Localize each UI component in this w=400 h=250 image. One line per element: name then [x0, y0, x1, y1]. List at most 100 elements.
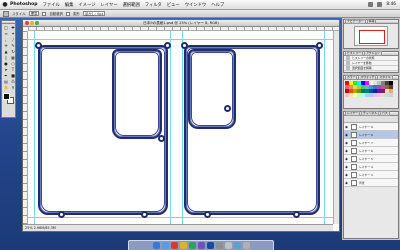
finder-icon[interactable]: [152, 242, 160, 249]
feather-field[interactable]: ぼかし: 0px: [82, 11, 106, 16]
auto-select-checkbox[interactable]: [42, 11, 47, 16]
zoom-window-icon[interactable]: [35, 21, 39, 25]
stamp-tool-icon[interactable]: ▲: [3, 49, 9, 54]
vertical-scrollbar[interactable]: [333, 31, 339, 224]
guide-line[interactable]: [28, 217, 333, 218]
marquee-tool-icon[interactable]: □: [3, 25, 9, 30]
shape-tool-icon[interactable]: ■: [10, 73, 16, 78]
guide-line[interactable]: [28, 39, 333, 40]
zoom-tool-icon[interactable]: ⚲: [10, 85, 16, 90]
menu-edit[interactable]: 編集: [65, 2, 74, 8]
gradient-tool-icon[interactable]: ▦: [10, 55, 16, 60]
eye-icon[interactable]: ◉: [345, 141, 349, 145]
navigator-thumbnail[interactable]: [354, 26, 388, 46]
layer-row[interactable]: ◉ レイヤー 9: [344, 123, 398, 131]
tab-color[interactable]: カラー: [345, 75, 358, 80]
document-window: 日本9の表紙1.psd @ 25% (レイヤー 8, RGB) 25% 2.96…: [22, 19, 340, 232]
app-icon[interactable]: [224, 242, 232, 249]
swatch-grid[interactable]: [344, 80, 398, 98]
menu-view[interactable]: ビュー: [167, 2, 180, 8]
eye-icon[interactable]: ◉: [345, 165, 349, 169]
menu-image[interactable]: イメージ: [78, 2, 95, 8]
crop-tool-icon[interactable]: ⌞: [3, 37, 9, 42]
menu-file[interactable]: ファイル: [43, 2, 60, 8]
layer-row[interactable]: ◉ レイヤー 6: [344, 147, 398, 155]
swatch[interactable]: [389, 93, 393, 97]
path-select-tool-icon[interactable]: ➤: [3, 67, 9, 72]
layers-options-row[interactable]: [344, 116, 398, 123]
app-icon[interactable]: [197, 242, 205, 249]
app-icon[interactable]: [161, 242, 169, 249]
inner-small-frame[interactable]: [188, 49, 236, 129]
lasso-tool-icon[interactable]: ∞: [3, 31, 9, 36]
close-window-icon[interactable]: [25, 21, 29, 25]
eye-icon[interactable]: ◉: [345, 181, 349, 185]
hand-tool-icon[interactable]: ✋: [3, 85, 9, 90]
dodge-tool-icon[interactable]: ○: [10, 61, 16, 66]
app-icon[interactable]: [179, 242, 187, 249]
canvas[interactable]: [28, 31, 333, 224]
display-icon[interactable]: [377, 2, 383, 7]
guide-line[interactable]: [170, 31, 171, 224]
history-item[interactable]: 選択範囲を解除: [344, 66, 398, 71]
tab-channels[interactable]: チャンネル: [361, 111, 380, 116]
history-brush-tool-icon[interactable]: ↻: [10, 49, 16, 54]
slice-tool-icon[interactable]: ∕: [10, 37, 16, 42]
menu-layer[interactable]: レイヤー: [101, 2, 118, 8]
tab-swatches[interactable]: スウォッチ: [358, 75, 377, 80]
app-icon[interactable]: [233, 242, 241, 249]
apple-menu-icon[interactable]: ●: [0, 1, 10, 8]
blur-tool-icon[interactable]: ●: [3, 61, 9, 66]
document-titlebar[interactable]: 日本9の表紙1.psd @ 25% (レイヤー 8, RGB): [23, 20, 339, 27]
move-tool-icon[interactable]: ✚: [10, 25, 16, 30]
layer-row[interactable]: ◉ 背景: [344, 179, 398, 187]
layer-row[interactable]: ◉ レイヤー 3: [344, 171, 398, 179]
brush-tool-icon[interactable]: ✎: [10, 43, 16, 48]
minimize-window-icon[interactable]: [30, 21, 34, 25]
menubar-clock[interactable]: 8:46: [386, 2, 396, 7]
volume-icon[interactable]: [368, 2, 374, 7]
layer-row[interactable]: ◉ レイヤー 8: [344, 131, 398, 139]
layer-row[interactable]: ◉ レイヤー 7: [344, 139, 398, 147]
menu-filter[interactable]: フィルタ: [145, 2, 162, 8]
navigator-panel-titlebar[interactable]: ナビゲーター 情報: [344, 19, 398, 24]
app-icon[interactable]: [215, 242, 223, 249]
navigator-view-box[interactable]: [359, 30, 385, 44]
app-icon[interactable]: [170, 242, 178, 249]
style-select[interactable]: 標準: [28, 11, 40, 16]
magic-wand-tool-icon[interactable]: ✦: [10, 31, 16, 36]
transform-checkbox[interactable]: [65, 11, 70, 16]
tab-paths[interactable]: パス: [380, 111, 390, 116]
tab-navigator[interactable]: ナビゲーター: [345, 19, 366, 24]
eye-icon[interactable]: ◉: [345, 173, 349, 177]
swatches-panel-titlebar[interactable]: カラー スウォッチ スタイル: [344, 75, 398, 80]
type-tool-icon[interactable]: T: [10, 67, 16, 72]
menu-select[interactable]: 選択範囲: [123, 2, 140, 8]
app-icon[interactable]: [188, 242, 196, 249]
photoshop-icon[interactable]: [206, 242, 214, 249]
eye-icon[interactable]: ◉: [345, 125, 349, 129]
layer-row[interactable]: ◉ レイヤー 4: [344, 163, 398, 171]
eye-icon[interactable]: ◉: [345, 157, 349, 161]
foreground-color-swatch[interactable]: [3, 93, 10, 100]
guide-line[interactable]: [324, 31, 325, 224]
eraser-tool-icon[interactable]: ▯: [3, 55, 9, 60]
current-tool-icon[interactable]: [3, 10, 9, 17]
tab-layers[interactable]: レイヤー: [345, 111, 361, 116]
menu-help[interactable]: ヘルプ: [211, 2, 224, 8]
tab-info[interactable]: 情報: [366, 19, 377, 24]
eye-icon[interactable]: ◉: [345, 149, 349, 153]
menu-app-name[interactable]: Photoshop: [10, 2, 38, 7]
layer-row[interactable]: ◉ レイヤー 5: [344, 155, 398, 163]
tab-styles[interactable]: スタイル: [377, 75, 393, 80]
pen-tool-icon[interactable]: ✒: [3, 73, 9, 78]
guide-line[interactable]: [182, 31, 183, 224]
guide-line[interactable]: [34, 31, 35, 224]
inner-small-frame[interactable]: [112, 49, 165, 142]
notes-tool-icon[interactable]: ▤: [3, 79, 9, 84]
healing-brush-tool-icon[interactable]: ✛: [3, 43, 9, 48]
trash-icon[interactable]: [242, 242, 250, 249]
eye-icon[interactable]: ◉: [345, 133, 349, 137]
eyedropper-tool-icon[interactable]: ⁂: [10, 79, 16, 84]
menu-window[interactable]: ウインドウ: [185, 2, 206, 8]
